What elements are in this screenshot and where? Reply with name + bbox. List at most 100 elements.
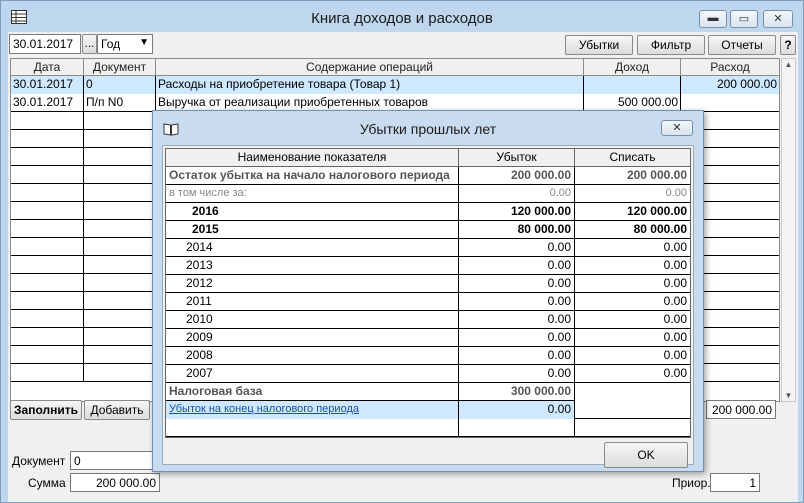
cell-loss[interactable]: 200 000.00	[459, 167, 575, 185]
empty-cell[interactable]	[84, 220, 156, 238]
column-header-date[interactable]: Дата	[11, 59, 84, 76]
prior-field[interactable]: 1	[710, 473, 760, 492]
table-row[interactable]: 2013 0.00 0.00	[166, 257, 690, 275]
cell-income[interactable]	[584, 76, 681, 94]
table-row[interactable]: Убыток на конец налогового периода 0.00	[166, 401, 690, 419]
table-row[interactable]: 2016 120 000.00 120 000.00	[166, 203, 690, 221]
cell-loss[interactable]: 0.00	[459, 401, 575, 419]
cell-document[interactable]: 0	[84, 76, 156, 94]
cell-name[interactable]: Налоговая база	[166, 383, 459, 401]
empty-cell[interactable]	[11, 364, 84, 382]
table-row[interactable]: 2010 0.00 0.00	[166, 311, 690, 329]
cell-loss[interactable]: 120 000.00	[459, 203, 575, 221]
empty-cell[interactable]	[11, 166, 84, 184]
cell-date[interactable]: 30.01.2017	[11, 94, 84, 112]
empty-cell[interactable]	[84, 130, 156, 148]
empty-cell[interactable]	[11, 184, 84, 202]
empty-cell[interactable]	[11, 292, 84, 310]
ok-button[interactable]: OK	[604, 442, 688, 468]
table-row[interactable]: 30.01.2017 0 Расходы на приобретение тов…	[11, 76, 779, 94]
cell-writeoff[interactable]: 0.00	[575, 293, 690, 311]
cell-name[interactable]: 2007	[166, 365, 459, 383]
table-row[interactable]: 2011 0.00 0.00	[166, 293, 690, 311]
close-button[interactable]: ✕	[763, 10, 793, 28]
cell-name[interactable]: Остаток убытка на начало налогового пери…	[166, 167, 459, 185]
table-row[interactable]: 2012 0.00 0.00	[166, 275, 690, 293]
cell-writeoff[interactable]: 0.00	[575, 239, 690, 257]
losses-table[interactable]: Наименование показателя Убыток Списать О…	[165, 148, 691, 438]
cell-writeoff[interactable]: 0.00	[575, 185, 690, 203]
cell-expense[interactable]: 200 000.00	[681, 76, 779, 94]
table-row[interactable]: в том числе за: 0.00 0.00	[166, 185, 690, 203]
cell-loss[interactable]: 0.00	[459, 347, 575, 365]
cell-loss[interactable]: 0.00	[459, 185, 575, 203]
date-field[interactable]: 30.01.2017	[9, 34, 81, 54]
empty-cell[interactable]	[166, 419, 459, 437]
empty-cell[interactable]	[11, 238, 84, 256]
empty-cell[interactable]	[575, 419, 690, 437]
empty-cell[interactable]	[11, 310, 84, 328]
table-row[interactable]: Налоговая база 300 000.00	[166, 383, 690, 401]
cell-writeoff[interactable]: 0.00	[575, 275, 690, 293]
cell-writeoff[interactable]: 0.00	[575, 347, 690, 365]
cell-loss[interactable]: 0.00	[459, 257, 575, 275]
help-button[interactable]: ?	[780, 35, 796, 55]
vertical-scrollbar[interactable]: ▲ ▼	[781, 58, 796, 402]
empty-cell[interactable]	[84, 328, 156, 346]
cell-loss[interactable]: 80 000.00	[459, 221, 575, 239]
column-header-expense[interactable]: Расход	[681, 59, 779, 76]
empty-cell[interactable]	[84, 346, 156, 364]
cell-name[interactable]: 2013	[166, 257, 459, 275]
cell-writeoff[interactable]: 0.00	[575, 311, 690, 329]
cell-name[interactable]: 2009	[166, 329, 459, 347]
empty-cell[interactable]	[459, 419, 575, 437]
table-row[interactable]: 2009 0.00 0.00	[166, 329, 690, 347]
cell-name[interactable]: 2016	[166, 203, 459, 221]
empty-cell[interactable]	[11, 328, 84, 346]
column-header-document[interactable]: Документ	[84, 59, 156, 76]
fill-button[interactable]: Заполнить	[10, 400, 82, 420]
column-header-content[interactable]: Содержание операций	[156, 59, 584, 76]
cell-writeoff[interactable]: 200 000.00	[575, 167, 690, 185]
empty-cell[interactable]	[84, 310, 156, 328]
empty-cell[interactable]	[11, 220, 84, 238]
cell-loss[interactable]: 0.00	[459, 365, 575, 383]
cell-loss[interactable]: 0.00	[459, 275, 575, 293]
cell-loss[interactable]: 0.00	[459, 311, 575, 329]
cell-loss[interactable]: 0.00	[459, 239, 575, 257]
cell-content[interactable]: Расходы на приобретение товара (Товар 1)	[156, 76, 584, 94]
table-row[interactable]: Остаток убытка на начало налогового пери…	[166, 167, 690, 185]
scroll-down-icon[interactable]: ▼	[782, 391, 795, 400]
table-row[interactable]: 2008 0.00 0.00	[166, 347, 690, 365]
table-row[interactable]: 2007 0.00 0.00	[166, 365, 690, 383]
cell-name[interactable]: 2012	[166, 275, 459, 293]
table-row-empty[interactable]	[166, 419, 690, 437]
empty-cell[interactable]	[84, 274, 156, 292]
empty-cell[interactable]	[84, 364, 156, 382]
cell-document[interactable]: П/п N0	[84, 94, 156, 112]
empty-cell[interactable]	[84, 148, 156, 166]
cell-writeoff[interactable]	[575, 401, 690, 419]
empty-cell[interactable]	[11, 202, 84, 220]
empty-cell[interactable]	[84, 238, 156, 256]
maximize-button[interactable]: ▭	[730, 10, 758, 28]
sum-field[interactable]: 200 000.00	[70, 473, 160, 492]
filter-button[interactable]: Фильтр	[637, 35, 705, 55]
empty-cell[interactable]	[84, 112, 156, 130]
empty-cell[interactable]	[84, 184, 156, 202]
cell-name[interactable]: 2008	[166, 347, 459, 365]
period-select[interactable]: Год ▼	[97, 34, 153, 54]
cell-writeoff[interactable]: 120 000.00	[575, 203, 690, 221]
empty-cell[interactable]	[84, 202, 156, 220]
empty-cell[interactable]	[11, 256, 84, 274]
cell-name[interactable]: 2014	[166, 239, 459, 257]
cell-name[interactable]: 2011	[166, 293, 459, 311]
empty-cell[interactable]	[11, 274, 84, 292]
cell-name[interactable]: в том числе за:	[166, 185, 459, 203]
dialog-close-button[interactable]: ✕	[661, 120, 693, 136]
empty-cell[interactable]	[84, 166, 156, 184]
cell-writeoff[interactable]	[575, 383, 690, 401]
cell-writeoff[interactable]: 0.00	[575, 329, 690, 347]
column-header-income[interactable]: Доход	[584, 59, 681, 76]
table-row[interactable]: 2014 0.00 0.00	[166, 239, 690, 257]
